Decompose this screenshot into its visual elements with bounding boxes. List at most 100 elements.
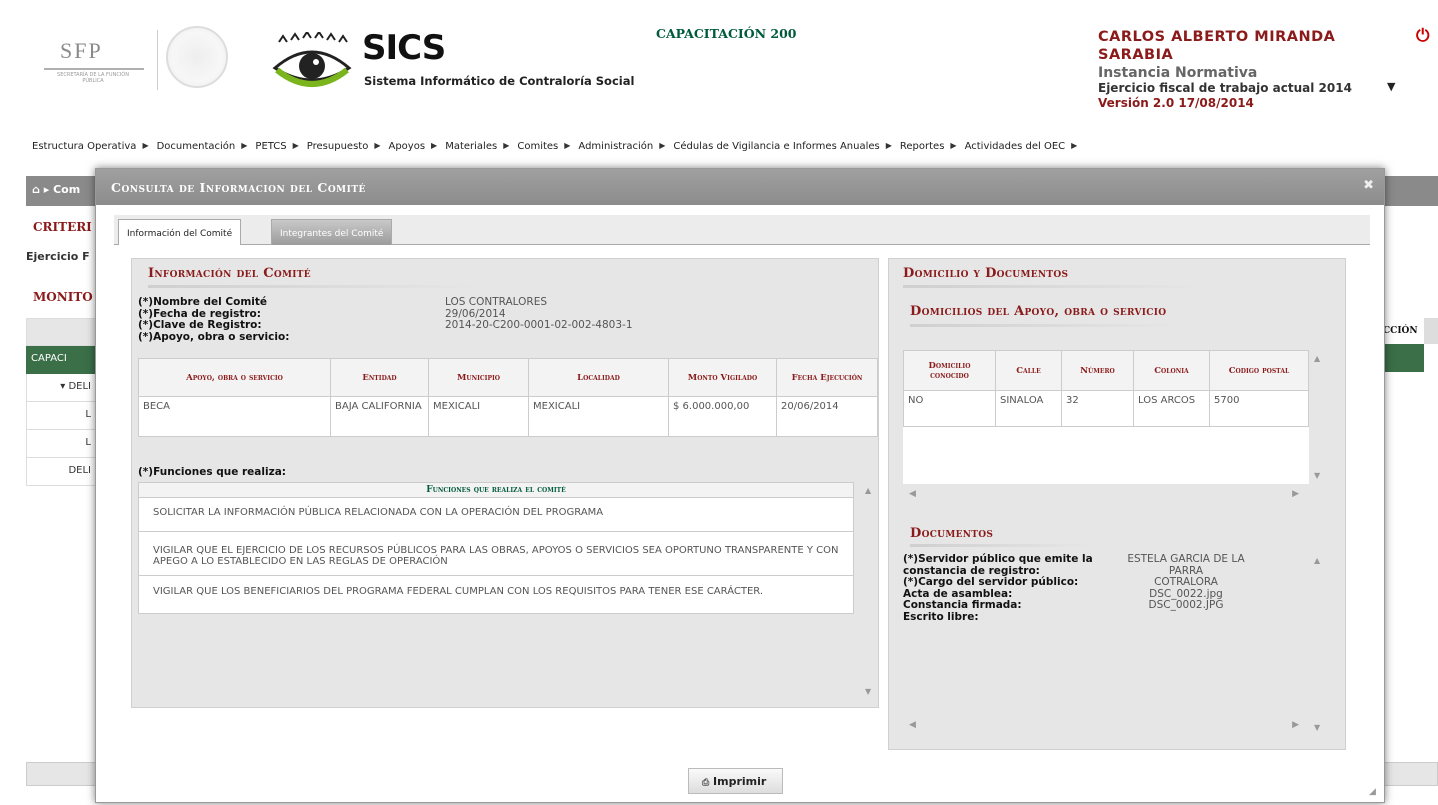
- table-row[interactable]: NO SINALOA 32 LOS ARCOS 5700: [903, 390, 1309, 427]
- column-header: Monto Vigilado: [668, 358, 777, 397]
- table-row-highlight: [1380, 344, 1424, 372]
- table-row[interactable]: L: [26, 430, 96, 458]
- domicilio-section: Domicilio y Documentos: [903, 266, 1233, 288]
- fiscal-year: Ejercicio fiscal de trabajo actual 2014: [1098, 81, 1352, 95]
- scrollbar[interactable]: ◀ ▶: [903, 487, 1309, 503]
- table-cell: 5700: [1209, 390, 1309, 427]
- mexico-seal-logo: [166, 26, 228, 88]
- menu-item[interactable]: Actividades del OEC: [965, 141, 1066, 161]
- table-row[interactable]: ▾ DELI: [26, 374, 96, 402]
- scrollbar[interactable]: [1424, 318, 1438, 344]
- chevron-right-icon: ▶: [142, 141, 149, 150]
- dialog-titlebar[interactable]: Consulta de Informacion del Comité ✖: [96, 169, 1384, 205]
- resize-handle-icon[interactable]: ◢: [1369, 787, 1376, 797]
- home-icon[interactable]: ⌂ ▸ Com: [32, 183, 80, 196]
- column-header: CCIÓN: [1383, 326, 1418, 336]
- table-row[interactable]: DELI: [26, 458, 96, 486]
- column-header: Domicilio conocido: [903, 350, 996, 391]
- app-subtitle: Sistema Informático de Contraloría Socia…: [364, 74, 635, 88]
- field-value: ESTELA GARCIA DE LA PARRA: [1127, 553, 1245, 577]
- committee-fields: (*)Nombre del Comité LOS CONTRALORES (*)F…: [138, 296, 838, 343]
- list-item: SOLICITAR LA INFORMACIÓN PÚBLICA RELACIO…: [138, 498, 854, 532]
- power-icon[interactable]: ⏻: [1416, 26, 1429, 46]
- menu-item[interactable]: Apoyos: [388, 141, 425, 161]
- menu-item[interactable]: Presupuesto: [307, 141, 369, 161]
- menu-item[interactable]: Materiales: [445, 141, 497, 161]
- table-cell: MEXICALI: [528, 396, 669, 437]
- subsection-heading: Domicilios del Apoyo, obra o servicio: [910, 304, 1167, 319]
- list-item: VIGILAR QUE EL EJERCICIO DE LOS RECURSOS…: [138, 532, 854, 576]
- ejercicio-label: Ejercicio F: [26, 250, 90, 263]
- column-header: Entidad: [330, 358, 429, 397]
- subsection-heading: Documentos: [910, 526, 994, 541]
- chevron-right-icon: ▶: [503, 141, 510, 150]
- menu-item[interactable]: PETCS: [255, 141, 286, 161]
- table-cell: $ 6.000.000,00: [668, 396, 777, 437]
- scrollbar[interactable]: ▲ ▼: [862, 482, 878, 700]
- scrollbar[interactable]: ▲ ▼: [1311, 552, 1327, 736]
- scrollbar[interactable]: ◀ ▶: [903, 718, 1309, 734]
- documentos-fields: (*)Servidor público que emite la constan…: [903, 553, 1309, 623]
- menu-item[interactable]: Cédulas de Vigilancia e Informes Anuales: [673, 141, 879, 161]
- print-icon: ⎙: [702, 778, 710, 788]
- scrollbar[interactable]: ▲ ▼: [1311, 350, 1327, 484]
- domicilios-subsection: Domicilios del Apoyo, obra o servicio: [910, 302, 1200, 327]
- chevron-right-icon: ▶: [374, 141, 381, 150]
- table-cell: LOS ARCOS: [1133, 390, 1210, 427]
- chevron-right-icon: ▶: [241, 141, 248, 150]
- field-label: (*)Clave de Registro:: [138, 319, 262, 331]
- criterios-heading: CRITERI: [33, 220, 92, 234]
- table-cell: BAJA CALIFORNIA: [330, 396, 429, 437]
- field-label: (*)Cargo del servidor público:: [903, 576, 1079, 588]
- eye-logo-icon: [272, 32, 352, 87]
- section-heading: Domicilio y Documentos: [903, 266, 1069, 281]
- field-value: LOS CONTRALORES: [445, 296, 547, 308]
- sfp-logo-subtext: SECRETARÍA DE LA FUNCIÓN PÚBLICA: [57, 72, 129, 84]
- menu-item[interactable]: Documentación: [157, 141, 236, 161]
- chevron-right-icon: ▶: [564, 141, 571, 150]
- chevron-right-icon: ▶: [292, 141, 299, 150]
- menu-item[interactable]: Comites: [517, 141, 558, 161]
- domicilio-table: Domicilio conocido Calle Número Colonia …: [903, 350, 1309, 427]
- column-header: Número: [1061, 350, 1134, 391]
- table-cell: 20/06/2014: [776, 396, 878, 437]
- chevron-right-icon: ▶: [1071, 141, 1078, 150]
- menu-item[interactable]: Reportes: [900, 141, 945, 161]
- table-cell: 32: [1061, 390, 1134, 427]
- user-info: CARLOS ALBERTO MIRANDA SARABIA Instancia…: [1098, 28, 1388, 111]
- table-row[interactable]: L: [26, 402, 96, 430]
- chevron-right-icon: ▶: [950, 141, 957, 150]
- user-menu-chevron-down-icon[interactable]: ▼: [1387, 80, 1395, 93]
- field-value: 2014-20-C200-0001-02-002-4803-1: [445, 319, 633, 331]
- table-cell: MEXICALI: [428, 396, 529, 437]
- chevron-right-icon: ▶: [431, 141, 438, 150]
- table-header: [26, 318, 96, 346]
- menu-item[interactable]: Estructura Operativa: [32, 141, 136, 161]
- column-header: Fecha Ejecución: [776, 358, 878, 397]
- table-cell: SINALOA: [995, 390, 1062, 427]
- domicilio-panel: [888, 258, 1346, 750]
- column-header: Municipio: [428, 358, 529, 397]
- field-label: Escrito libre:: [903, 610, 979, 623]
- close-icon[interactable]: ✖: [1363, 178, 1374, 193]
- background-table: CAPACI ▾ DELI L L DELI: [26, 318, 96, 486]
- main-menu: Estructura Operativa ▶ Documentación ▶ PET…: [32, 141, 1085, 161]
- column-header: Apoyo, obra o servicio: [138, 358, 331, 397]
- field-value[interactable]: DSC_0002.JPG: [1126, 599, 1246, 612]
- table-row[interactable]: BECA BAJA CALIFORNIA MEXICALI MEXICALI $…: [138, 396, 878, 437]
- user-role: Instancia Normativa: [1098, 65, 1258, 81]
- field-label: Constancia firmada:: [903, 599, 1022, 611]
- tab-informacion-comite[interactable]: Información del Comité: [118, 219, 242, 245]
- tab-bar: Información del Comité Integrantes del C…: [114, 215, 1370, 245]
- table-row[interactable]: CAPACI: [26, 346, 96, 374]
- app-header: SFP SECRETARÍA DE LA FUNCIÓN PÚBLICA SIC…: [0, 0, 1438, 140]
- tab-integrantes-comite[interactable]: Integrantes del Comité: [271, 219, 393, 245]
- field-label: (*)Apoyo, obra o servicio:: [138, 330, 290, 343]
- app-name: SICS: [362, 28, 446, 68]
- menu-item[interactable]: Administración: [578, 141, 653, 161]
- print-button[interactable]: ⎙ Imprimir: [688, 768, 783, 794]
- funciones-label: (*)Funciones que realiza:: [138, 466, 286, 478]
- sfp-logo-text: SFP: [60, 38, 103, 63]
- dialog-title: Consulta de Informacion del Comité: [111, 180, 366, 195]
- column-header: Calle: [995, 350, 1062, 391]
